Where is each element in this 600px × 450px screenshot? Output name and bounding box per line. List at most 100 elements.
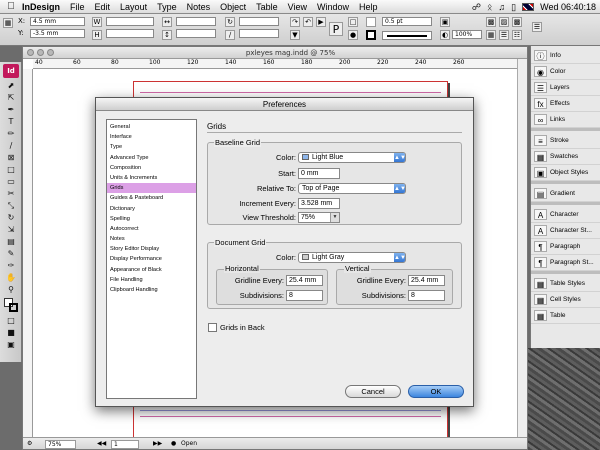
relative-to-select[interactable]: Top of Page ▲▼ — [298, 183, 406, 194]
stroke-weight-input[interactable]: 0.5 pt — [382, 17, 432, 26]
stroke-swatch-icon[interactable] — [366, 30, 376, 40]
menu-object[interactable]: Object — [220, 2, 246, 12]
clock[interactable]: Wed 06:40:18 — [540, 2, 596, 12]
category-clipboard-handling[interactable]: Clipboard Handling — [107, 285, 196, 295]
drop-shadow-icon[interactable]: ▣ — [440, 17, 450, 27]
preflight-icon[interactable]: ● — [171, 440, 176, 447]
minimize-window-icon[interactable] — [37, 49, 44, 56]
fit-content-icon[interactable]: ▩ — [486, 17, 496, 27]
rotate-input[interactable] — [239, 17, 279, 26]
shear-input[interactable] — [239, 29, 279, 38]
scale-y-icon[interactable]: ↕ — [162, 30, 172, 40]
panel-object-styles[interactable]: ▣ Object Styles — [531, 165, 600, 181]
panel-links[interactable]: ∞ Links — [531, 112, 600, 128]
panel-paragraph[interactable]: ¶ Paragraph — [531, 239, 600, 255]
rotate-icon[interactable]: ↻ — [225, 17, 235, 27]
flip-vertical-icon[interactable]: ▼ — [290, 30, 300, 40]
volume-icon[interactable]: ♫ — [498, 2, 505, 12]
category-units-increments[interactable]: Units & Increments — [107, 173, 196, 183]
reference-point-icon[interactable]: ▦ — [3, 18, 13, 28]
height-icon[interactable]: H — [92, 30, 102, 40]
selection-tool-icon[interactable]: ⬈ — [3, 80, 19, 91]
category-file-handling[interactable]: File Handling — [107, 275, 196, 285]
scissors-tool-icon[interactable]: ✂ — [3, 188, 19, 199]
category-display-performance[interactable]: Display Performance — [107, 254, 196, 264]
document-color-select[interactable]: Light Gray ▲▼ — [298, 252, 406, 263]
menu-type[interactable]: Type — [157, 2, 177, 12]
scale-y-input[interactable] — [176, 29, 216, 38]
shear-icon[interactable]: ∕ — [225, 30, 235, 40]
category-interface[interactable]: Interface — [107, 132, 196, 142]
panel-table-styles[interactable]: ▦ Table Styles — [531, 276, 600, 292]
category-autocorrect[interactable]: Autocorrect — [107, 224, 196, 234]
category-story-editor-display[interactable]: Story Editor Display — [107, 244, 196, 254]
uk-flag-icon[interactable] — [522, 3, 535, 11]
line-tool-icon[interactable]: ∕ — [3, 140, 19, 151]
category-guides-pasteboard[interactable]: Guides & Pasteboard — [107, 193, 196, 203]
panel-effects[interactable]: fx Effects — [531, 96, 600, 112]
status-bar-icon[interactable]: ⚙ — [27, 440, 32, 447]
fill-swatch-icon[interactable] — [366, 17, 376, 27]
fit-frame-icon[interactable]: ▨ — [499, 17, 509, 27]
panel-color[interactable]: ◉ Color — [531, 64, 600, 80]
menu-view[interactable]: View — [288, 2, 307, 12]
panel-stroke[interactable]: ≡ Stroke — [531, 133, 600, 149]
category-appearance-of-black[interactable]: Appearance of Black — [107, 265, 196, 275]
view-threshold-combo[interactable]: 75% ▼ — [298, 212, 340, 223]
horizontal-gridline-input[interactable]: 25.4 mm — [286, 275, 323, 286]
category-type[interactable]: Type — [107, 142, 196, 152]
select-container-icon[interactable]: □ — [348, 17, 358, 27]
panel-gradient[interactable]: ▤ Gradient — [531, 186, 600, 202]
next-page-icon[interactable]: ▶▶ — [153, 440, 162, 447]
distribute-icon[interactable]: ☷ — [512, 30, 522, 40]
panel-character[interactable]: A Character — [531, 207, 600, 223]
panel-table[interactable]: ▦ Table — [531, 308, 600, 324]
select-content-icon[interactable]: ● — [348, 30, 358, 40]
menu-layout[interactable]: Layout — [120, 2, 147, 12]
menu-file[interactable]: File — [70, 2, 85, 12]
eyedropper-tool-icon[interactable]: ✑ — [3, 260, 19, 271]
bluetooth-icon[interactable]: ᛟ — [487, 2, 492, 12]
panel-cell-styles[interactable]: ▦ Cell Styles — [531, 292, 600, 308]
menu-notes[interactable]: Notes — [187, 2, 211, 12]
panel-info[interactable]: ⓘ Info — [531, 48, 600, 64]
fill-stroke-swatches-icon[interactable] — [3, 296, 19, 314]
control-panel-menu-icon[interactable]: ☰ — [532, 22, 542, 32]
vertical-subdivisions-input[interactable]: 8 — [408, 290, 445, 301]
apply-color-icon[interactable]: ■ — [3, 327, 19, 338]
battery-icon[interactable]: ▯ — [511, 2, 516, 13]
document-title-bar[interactable]: pxleyes mag.indd @ 75% — [23, 47, 527, 59]
rectangle-frame-tool-icon[interactable]: ⊠ — [3, 152, 19, 163]
direct-selection-tool-icon[interactable]: ⇱ — [3, 92, 19, 103]
opacity-icon[interactable]: ◐ — [440, 30, 450, 40]
menu-table[interactable]: Table — [256, 2, 278, 12]
menu-window[interactable]: Window — [317, 2, 349, 12]
vertical-gridline-input[interactable]: 25.4 mm — [408, 275, 445, 286]
hand-tool-icon[interactable]: ✋ — [3, 272, 19, 283]
apple-menu-icon[interactable]:  — [0, 1, 22, 12]
chevron-down-icon[interactable]: ▼ — [330, 213, 339, 222]
panel-paragraph-styles[interactable]: ¶ Paragraph St... — [531, 255, 600, 271]
rotate-tool-icon[interactable]: ↻ — [3, 212, 19, 223]
rotate-ccw-icon[interactable]: ↶ — [303, 17, 313, 27]
center-content-icon[interactable]: ▩ — [512, 17, 522, 27]
vertical-ruler[interactable] — [23, 69, 33, 437]
zoom-window-icon[interactable] — [47, 49, 54, 56]
flip-horizontal-icon[interactable]: ▶ — [316, 17, 326, 27]
baseline-color-select[interactable]: Light Blue ▲▼ — [298, 152, 406, 163]
category-notes[interactable]: Notes — [107, 234, 196, 244]
sync-icon[interactable]: ☍ — [472, 2, 481, 13]
zoom-tool-icon[interactable]: ⚲ — [3, 284, 19, 295]
note-tool-icon[interactable]: ✎ — [3, 248, 19, 259]
fill-frame-icon[interactable]: ▦ — [486, 30, 496, 40]
grids-in-back-checkbox[interactable] — [208, 323, 217, 332]
increment-every-input[interactable]: 3.528 mm — [298, 198, 340, 209]
panel-swatches[interactable]: ▦ Swatches — [531, 149, 600, 165]
rectangle-tool-icon[interactable]: □ — [3, 164, 19, 175]
category-composition[interactable]: Composition — [107, 163, 196, 173]
type-tool-icon[interactable]: T — [3, 116, 19, 127]
panel-layers[interactable]: ☰ Layers — [531, 80, 600, 96]
opacity-input[interactable]: 100% — [452, 30, 482, 39]
category-dictionary[interactable]: Dictionary — [107, 204, 196, 214]
zoom-level-select[interactable]: 75% — [45, 440, 77, 449]
